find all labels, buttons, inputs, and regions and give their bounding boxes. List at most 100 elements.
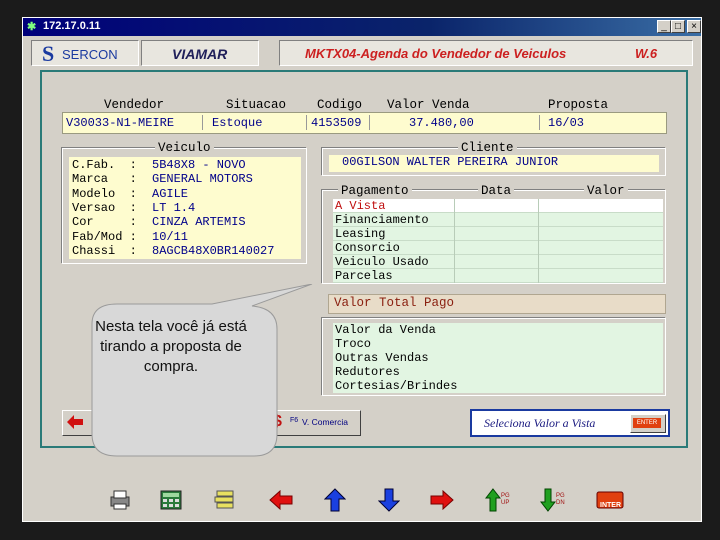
- print-button[interactable]: [106, 486, 134, 514]
- column-divider: [454, 269, 455, 283]
- resumo-row[interactable]: Outras Vendas: [333, 351, 663, 365]
- pagamento-header: Pagamento: [338, 184, 412, 198]
- minimize-button[interactable]: _: [657, 20, 671, 33]
- enter-key-label: ENTER: [633, 418, 661, 428]
- resumo-row[interactable]: Cortesias/Brindes: [333, 379, 663, 393]
- column-divider: [538, 255, 539, 269]
- inter-button[interactable]: INTER: [595, 486, 625, 514]
- veiculo-row-value[interactable]: 10/11: [152, 230, 188, 244]
- column-divider: [538, 269, 539, 283]
- veiculo-row-label: Versao :: [72, 200, 137, 215]
- app-logo-icon: ✱: [27, 21, 37, 33]
- payment-row[interactable]: Consorcio: [333, 241, 663, 255]
- payment-type-label: Leasing: [335, 227, 386, 241]
- valor-total-label: Valor Total Pago: [334, 296, 455, 310]
- payment-type-label: A Vista: [335, 199, 386, 213]
- veiculo-row-label: Fab/Mod :: [72, 229, 137, 244]
- list-icon: [214, 490, 234, 509]
- page-up-button[interactable]: PG UP: [482, 486, 514, 514]
- printer-icon: [110, 490, 130, 510]
- maximize-button[interactable]: □: [671, 20, 685, 33]
- veiculo-row-value[interactable]: AGILE: [152, 187, 188, 201]
- payment-row[interactable]: Veiculo Usado: [333, 255, 663, 269]
- page-down-button[interactable]: PG DN: [537, 486, 569, 514]
- vendedor-value[interactable]: V30033-N1-MEIRE: [66, 116, 174, 130]
- calculator-icon: [160, 490, 182, 510]
- column-divider: [538, 227, 539, 241]
- column-divider: [454, 227, 455, 241]
- pagamento-rows: A Vista Financiamento Leasing Consorcio Veic…: [333, 199, 663, 283]
- column-divider: [454, 241, 455, 255]
- veiculo-row-value[interactable]: 8AGCB48X0BR140027: [152, 244, 274, 258]
- column-divider: [454, 199, 455, 213]
- veiculo-row-value[interactable]: CINZA ARTEMIS: [152, 215, 246, 229]
- veiculo-rows: C.Fab. : 5B48X8 - NOVO Marca : GENERAL MOTO…: [72, 158, 302, 260]
- cliente-title: Cliente: [458, 141, 517, 155]
- calculator-button[interactable]: [157, 486, 185, 514]
- arrow-down-icon: [378, 488, 400, 512]
- resumo-label: Cortesias/Brindes: [335, 379, 458, 393]
- veiculo-row-value[interactable]: GENERAL MOTORS: [152, 172, 253, 186]
- data-header: Data: [478, 184, 515, 198]
- pgup-label: PG UP: [501, 493, 510, 506]
- list-button[interactable]: [211, 486, 239, 514]
- column-divider: [454, 213, 455, 227]
- column-divider: [538, 213, 539, 227]
- veiculo-row: Marca : GENERAL MOTORS: [72, 172, 302, 186]
- payment-row[interactable]: Financiamento: [333, 213, 663, 227]
- status-box: Seleciona Valor a Vista ENTER: [470, 409, 670, 437]
- resumo-row[interactable]: Troco: [333, 337, 663, 351]
- window-title: 172.17.0.11: [43, 20, 101, 32]
- veiculo-row: Versao : LT 1.4: [72, 201, 302, 215]
- column-divider: [538, 241, 539, 255]
- payment-row[interactable]: Parcelas: [333, 269, 663, 283]
- veiculo-row-value[interactable]: 5B48X8 - NOVO: [152, 158, 246, 172]
- page-down-icon: [540, 488, 556, 512]
- payment-type-label: Parcelas: [335, 269, 393, 283]
- cliente-name[interactable]: 00GILSON WALTER PEREIRA JUNIOR: [342, 155, 558, 169]
- veiculo-row: Cor : CINZA ARTEMIS: [72, 215, 302, 229]
- veiculo-row-label: Modelo :: [72, 186, 137, 201]
- screen-title-box: MKTX04-Agenda do Vendedor de Veiculos W.…: [279, 40, 693, 66]
- close-button[interactable]: ×: [687, 20, 701, 33]
- resumo-rows: Valor da Venda Troco Outras Vendas Redutore…: [333, 323, 663, 393]
- column-divider: [454, 255, 455, 269]
- screen-title: MKTX04-Agenda do Vendedor de Veiculos: [305, 46, 567, 61]
- veiculo-row-value[interactable]: LT 1.4: [152, 201, 195, 215]
- veiculo-row-label: Cor :: [72, 215, 137, 230]
- up-button[interactable]: [321, 486, 349, 514]
- company-name: VIAMAR: [172, 46, 228, 62]
- payment-row[interactable]: Leasing: [333, 227, 663, 241]
- valor-total-row[interactable]: Valor Total Pago: [328, 294, 666, 314]
- resumo-label: Troco: [335, 337, 372, 351]
- down-button[interactable]: [375, 486, 403, 514]
- veiculo-row: Fab/Mod : 10/11: [72, 230, 302, 244]
- situacao-value[interactable]: Estoque: [212, 116, 262, 130]
- screen-version: W.6: [635, 46, 658, 61]
- valor-venda-value[interactable]: 37.480,00: [409, 116, 474, 130]
- resumo-row[interactable]: Redutores: [333, 365, 663, 379]
- resumo-label: Valor da Venda: [335, 323, 436, 337]
- next-button[interactable]: [428, 486, 456, 514]
- title-bar[interactable]: ✱ 172.17.0.11 _ □ ×: [23, 18, 701, 36]
- valor-venda-header: Valor Venda: [387, 98, 470, 112]
- top-values-row: V30033-N1-MEIRE Estoque 4153509 37.480,0…: [62, 112, 667, 134]
- payment-type-label: Financiamento: [335, 213, 429, 227]
- codigo-value[interactable]: 4153509: [311, 116, 361, 130]
- arrow-right-icon: [430, 490, 454, 510]
- proposta-header: Proposta: [548, 98, 609, 112]
- divider: [202, 115, 203, 130]
- proposta-value[interactable]: 16/03: [548, 116, 584, 130]
- page-up-icon: [485, 488, 501, 512]
- veiculo-row: Chassi : 8AGCB48X0BR140027: [72, 244, 302, 258]
- previous-button[interactable]: [267, 486, 295, 514]
- arrow-left-icon: [269, 490, 293, 510]
- app-window: ✱ 172.17.0.11 _ □ × S SERCON VIAMAR MKTX…: [22, 17, 702, 522]
- codigo-header: Codigo: [317, 98, 363, 112]
- payment-row[interactable]: A Vista: [333, 199, 663, 213]
- resumo-row[interactable]: Valor da Venda: [333, 323, 663, 337]
- status-message: Seleciona Valor a Vista: [484, 416, 596, 430]
- enter-button[interactable]: ENTER: [630, 414, 666, 433]
- brand-name: SERCON: [62, 47, 118, 62]
- pgdn-label: PG DN: [556, 493, 565, 506]
